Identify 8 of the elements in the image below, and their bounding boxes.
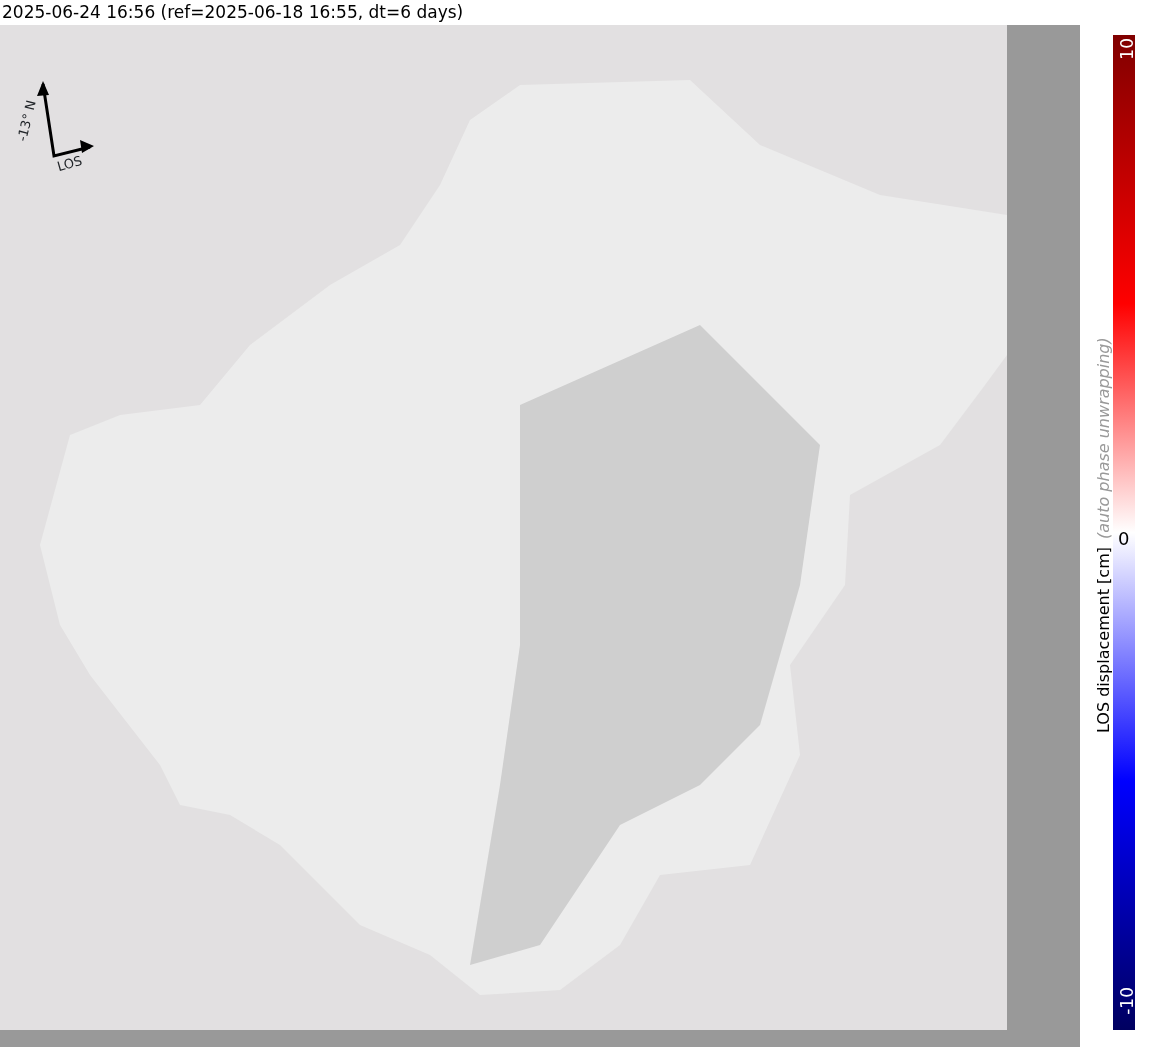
los-label: LOS — [54, 151, 85, 177]
colorbar-mid-label: 0 — [1118, 527, 1130, 551]
heading-label: -13° N — [13, 98, 40, 144]
colorbar-min-label: -10 — [1116, 987, 1138, 1015]
colorbar-note: (auto phase unwrapping) — [1093, 337, 1114, 539]
colorbar-max-label: 10 — [1116, 38, 1138, 60]
window-title: 2025-06-24 16:56 (ref=2025-06-18 16:55, dt=6 days) — [1, 1, 465, 24]
colorbar-label: LOS displacement [cm] — [1093, 546, 1114, 733]
